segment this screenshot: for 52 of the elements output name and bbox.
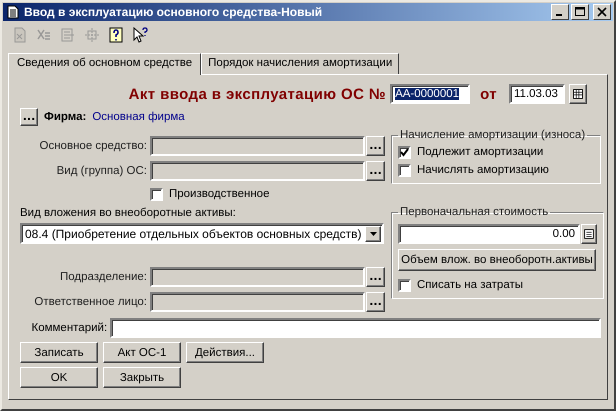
checkbox-label: Подлежит амортизации <box>417 146 544 158</box>
checkbox-label: Начислять амортизацию <box>417 164 549 176</box>
calculator-button[interactable] <box>581 224 597 244</box>
calendar-button[interactable] <box>569 84 587 104</box>
field-label: Комментарий: <box>30 322 108 334</box>
group-title: Начисление амортизации (износа) <box>399 129 586 141</box>
checkbox[interactable] <box>398 164 411 176</box>
select-button[interactable]: ... <box>366 292 385 312</box>
group-title: Первоначальная стоимость <box>399 206 550 218</box>
action-button[interactable]: Записать <box>20 342 98 363</box>
firm-label: Фирма: <box>44 111 86 123</box>
checkbox-label: Производственное <box>169 188 270 200</box>
date-field[interactable]: 11.03.03 <box>509 84 565 104</box>
minimize-button[interactable] <box>551 4 569 20</box>
maximize-button[interactable] <box>571 4 589 20</box>
field-label: Вид вложения во внеоборотные активы: <box>20 207 237 221</box>
window-title: Ввод в эксплуатацию основного средства-Новый <box>24 5 324 19</box>
input-field[interactable] <box>150 160 365 180</box>
select-button[interactable]: ... <box>366 266 385 286</box>
field-label: Ответственное лицо: <box>33 296 148 308</box>
input-field[interactable] <box>150 136 365 156</box>
select-button[interactable]: ... <box>20 108 38 126</box>
action-button[interactable]: Акт ОС-1 <box>103 342 181 363</box>
date-label: от <box>480 86 497 102</box>
action-button[interactable]: OK <box>20 367 98 388</box>
checkbox[interactable] <box>150 188 163 200</box>
act-title: Акт ввода в эксплуатацию ОС № <box>128 86 386 102</box>
comment-field[interactable] <box>110 318 601 338</box>
help-icon[interactable] <box>108 27 124 43</box>
cost-field[interactable]: 0.00 <box>398 224 580 244</box>
select-button[interactable]: ... <box>366 160 385 180</box>
field-label: Основное средство: <box>38 140 148 152</box>
firm-link[interactable]: Основная фирма <box>92 111 185 123</box>
action-button[interactable]: Действия... <box>186 342 264 363</box>
tab[interactable]: Порядок начисления амортизации <box>201 53 400 74</box>
checkbox-label: Списать на затраты <box>417 279 523 291</box>
input-field[interactable] <box>150 292 365 312</box>
tab[interactable]: Сведения об основном средстве <box>8 53 202 75</box>
input-field[interactable] <box>150 266 365 286</box>
dropdown[interactable]: 08.4 (Приобретение отдельных объектов основных средств) <box>20 223 384 244</box>
action-button[interactable]: Закрыть <box>103 367 181 388</box>
investment-volume-button[interactable]: Объем влож. во внеоборотн.активы <box>398 249 596 271</box>
number-field[interactable]: АА-0000001 <box>390 84 470 104</box>
field-label: Вид (группа) ОС: <box>56 164 148 176</box>
context-help-icon[interactable] <box>132 27 148 43</box>
checkbox[interactable] <box>398 146 411 158</box>
checkbox[interactable] <box>398 278 411 292</box>
field-label: Подразделение: <box>59 270 148 282</box>
close-button[interactable] <box>593 4 611 20</box>
dropdown-arrow-icon <box>370 232 376 236</box>
document-icon <box>7 5 19 19</box>
select-button[interactable]: ... <box>366 136 385 156</box>
